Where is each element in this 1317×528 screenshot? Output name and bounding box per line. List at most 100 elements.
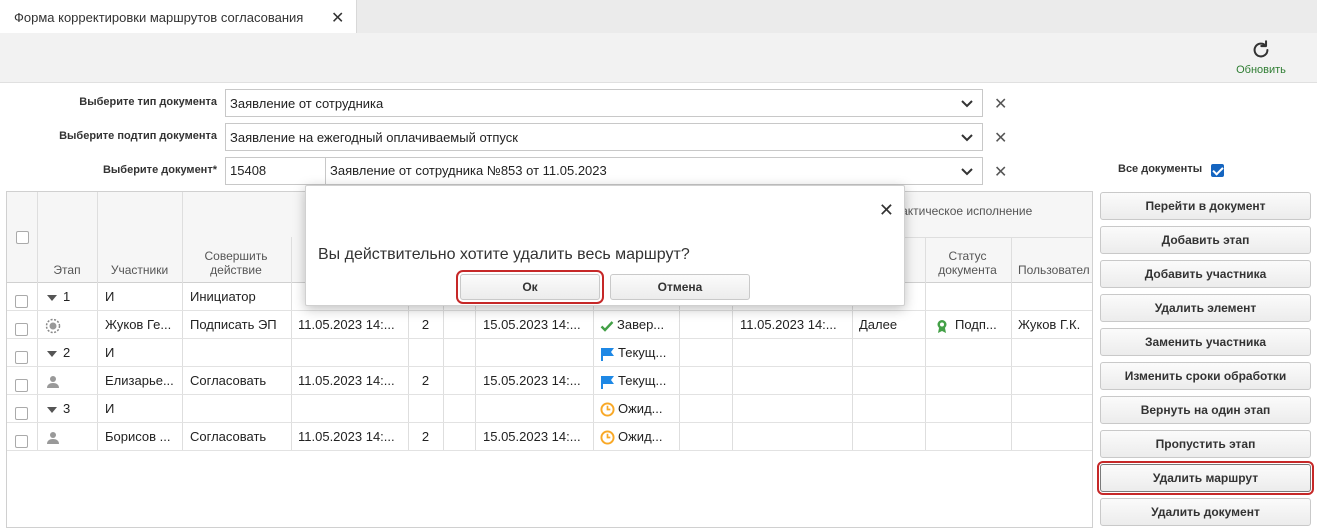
row-checkbox[interactable] (15, 294, 28, 308)
doc-type-label: Выберите тип документа (79, 96, 217, 108)
table-row[interactable]: 3 И Ожид... (7, 395, 1092, 423)
close-icon[interactable]: ✕ (879, 200, 894, 221)
participant-cell-text: И (105, 289, 115, 304)
refresh-button[interactable]: Обновить (1226, 37, 1296, 81)
doc-type-select[interactable]: Заявление от сотрудника (225, 89, 983, 117)
doc-status-cell (935, 395, 1009, 423)
clear-doc-icon[interactable]: ✕ (994, 162, 1007, 182)
action-cell: Инициатор (190, 283, 290, 311)
flag-icon (601, 347, 614, 361)
table-row[interactable]: Жуков Ге... Подписать ЭП 11.05.2023 14:...… (7, 311, 1092, 339)
fact-date-cell (740, 395, 850, 423)
row-select[interactable] (15, 339, 33, 367)
clear-doc-subtype-icon[interactable]: ✕ (994, 128, 1007, 148)
row-select[interactable] (15, 283, 33, 311)
tab-bar: Форма корректировки маршрутов согласован… (0, 0, 1317, 34)
stage-cell[interactable]: 1 (47, 283, 95, 311)
add-participant-button[interactable]: Добавить участника (1100, 260, 1311, 288)
row-checkbox[interactable] (15, 350, 28, 364)
delete-route-button[interactable]: Удалить маршрут (1097, 461, 1314, 495)
doc-status-cell: Подп... (935, 311, 1009, 339)
delete-element-button[interactable]: Удалить элемент (1100, 294, 1311, 322)
date-start-cell: 11.05.2023 14:... (298, 311, 408, 339)
days-cell (408, 395, 443, 423)
doc-select[interactable]: 15408 Заявление от сотрудника №853 от 11… (225, 157, 983, 185)
delete-document-button[interactable]: Удалить документ (1100, 498, 1311, 526)
participant-cell: И (105, 339, 183, 367)
action-cell-text: Согласовать (190, 373, 267, 388)
date-start-cell-text: 11.05.2023 14:... (298, 373, 395, 388)
user-cell (1018, 339, 1092, 367)
stage-cell[interactable]: 2 (47, 339, 95, 367)
status-cell: Ожид... (600, 423, 678, 451)
action-cell: Согласовать (190, 367, 290, 395)
select-all-checkbox[interactable] (16, 231, 29, 244)
skip-stage-button[interactable]: Пропустить этап (1100, 430, 1311, 458)
header-user: Пользовател (1018, 263, 1090, 277)
expand-icon[interactable] (47, 294, 57, 301)
table-row[interactable]: 2 И Текущ... (7, 339, 1092, 367)
close-icon[interactable]: ✕ (331, 8, 344, 28)
add-stage-button[interactable]: Добавить этап (1100, 226, 1311, 254)
action-cell (190, 395, 290, 423)
tab-route-correction[interactable]: Форма корректировки маршрутов согласован… (0, 0, 357, 34)
row-checkbox[interactable] (15, 322, 28, 336)
row-checkbox[interactable] (15, 434, 28, 448)
participant-cell: И (105, 395, 183, 423)
header-doc-status: Статус документа (938, 249, 997, 277)
user-cell (1018, 283, 1092, 311)
table-row[interactable]: Елизарье... Согласовать 11.05.2023 14:... 2… (7, 367, 1092, 395)
date-start-cell: 11.05.2023 14:... (298, 423, 408, 451)
stage-cell[interactable]: 3 (47, 395, 95, 423)
action-cell-text: Инициатор (190, 289, 256, 304)
row-select[interactable] (15, 367, 33, 395)
date-start-cell-text: 11.05.2023 14:... (298, 429, 395, 444)
check-icon (600, 320, 614, 332)
toolbar: Обновить (0, 33, 1317, 83)
date-end-cell: 15.05.2023 14:... (483, 311, 593, 339)
chevron-down-icon (961, 100, 973, 108)
row-checkbox[interactable] (15, 378, 28, 392)
row-checkbox[interactable] (15, 406, 28, 420)
cancel-button[interactable]: Отмена (610, 274, 750, 300)
status-cell-text: Текущ... (618, 373, 667, 388)
date-start-cell (298, 395, 408, 423)
row-select[interactable] (15, 395, 33, 423)
header-action: Совершить действие (204, 249, 268, 277)
date-start-cell: 11.05.2023 14:... (298, 367, 408, 395)
go-to-document-button[interactable]: Перейти в документ (1100, 192, 1311, 220)
participant-type (37, 367, 97, 395)
doc-number-field[interactable]: 15408 (226, 158, 326, 184)
date-end-cell: 15.05.2023 14:... (483, 367, 593, 395)
row-select[interactable] (15, 423, 33, 451)
result-cell: Далее (859, 311, 923, 339)
all-docs-toggle[interactable]: Все документы (1118, 163, 1224, 177)
participant-cell-text: Елизарье... (105, 373, 174, 388)
table-row[interactable]: Борисов ... Согласовать 11.05.2023 14:... 2… (7, 423, 1092, 451)
refresh-icon (1253, 40, 1269, 58)
status-cell-text: Ожид... (618, 401, 663, 416)
user-icon (47, 375, 59, 388)
change-deadlines-button[interactable]: Изменить сроки обработки (1100, 362, 1311, 390)
clear-doc-type-icon[interactable]: ✕ (994, 94, 1007, 114)
result-cell (859, 339, 923, 367)
ok-button[interactable]: Ок (456, 270, 604, 304)
fact-date-cell (740, 423, 850, 451)
participant-cell-text: И (105, 401, 115, 416)
replace-participant-button[interactable]: Заменить участника (1100, 328, 1311, 356)
doc-subtype-label: Выберите подтип документа (59, 130, 217, 142)
row-select[interactable] (15, 311, 33, 339)
date-end-cell (483, 395, 593, 423)
participant-cell: Жуков Ге... (105, 311, 183, 339)
chevron-down-icon (961, 168, 973, 176)
status-cell: Текущ... (600, 367, 678, 395)
user-cell: Жуков Г.К. (1018, 311, 1092, 339)
expand-icon[interactable] (47, 350, 57, 357)
action-cell: Согласовать (190, 423, 290, 451)
all-docs-checkbox[interactable] (1211, 164, 1224, 177)
expand-icon[interactable] (47, 406, 57, 413)
doc-subtype-select[interactable]: Заявление на ежегодный оплачиваемый отпу… (225, 123, 983, 151)
participant-cell-text: И (105, 345, 115, 360)
doc-status-cell (935, 339, 1009, 367)
return-stage-button[interactable]: Вернуть на один этап (1100, 396, 1311, 424)
